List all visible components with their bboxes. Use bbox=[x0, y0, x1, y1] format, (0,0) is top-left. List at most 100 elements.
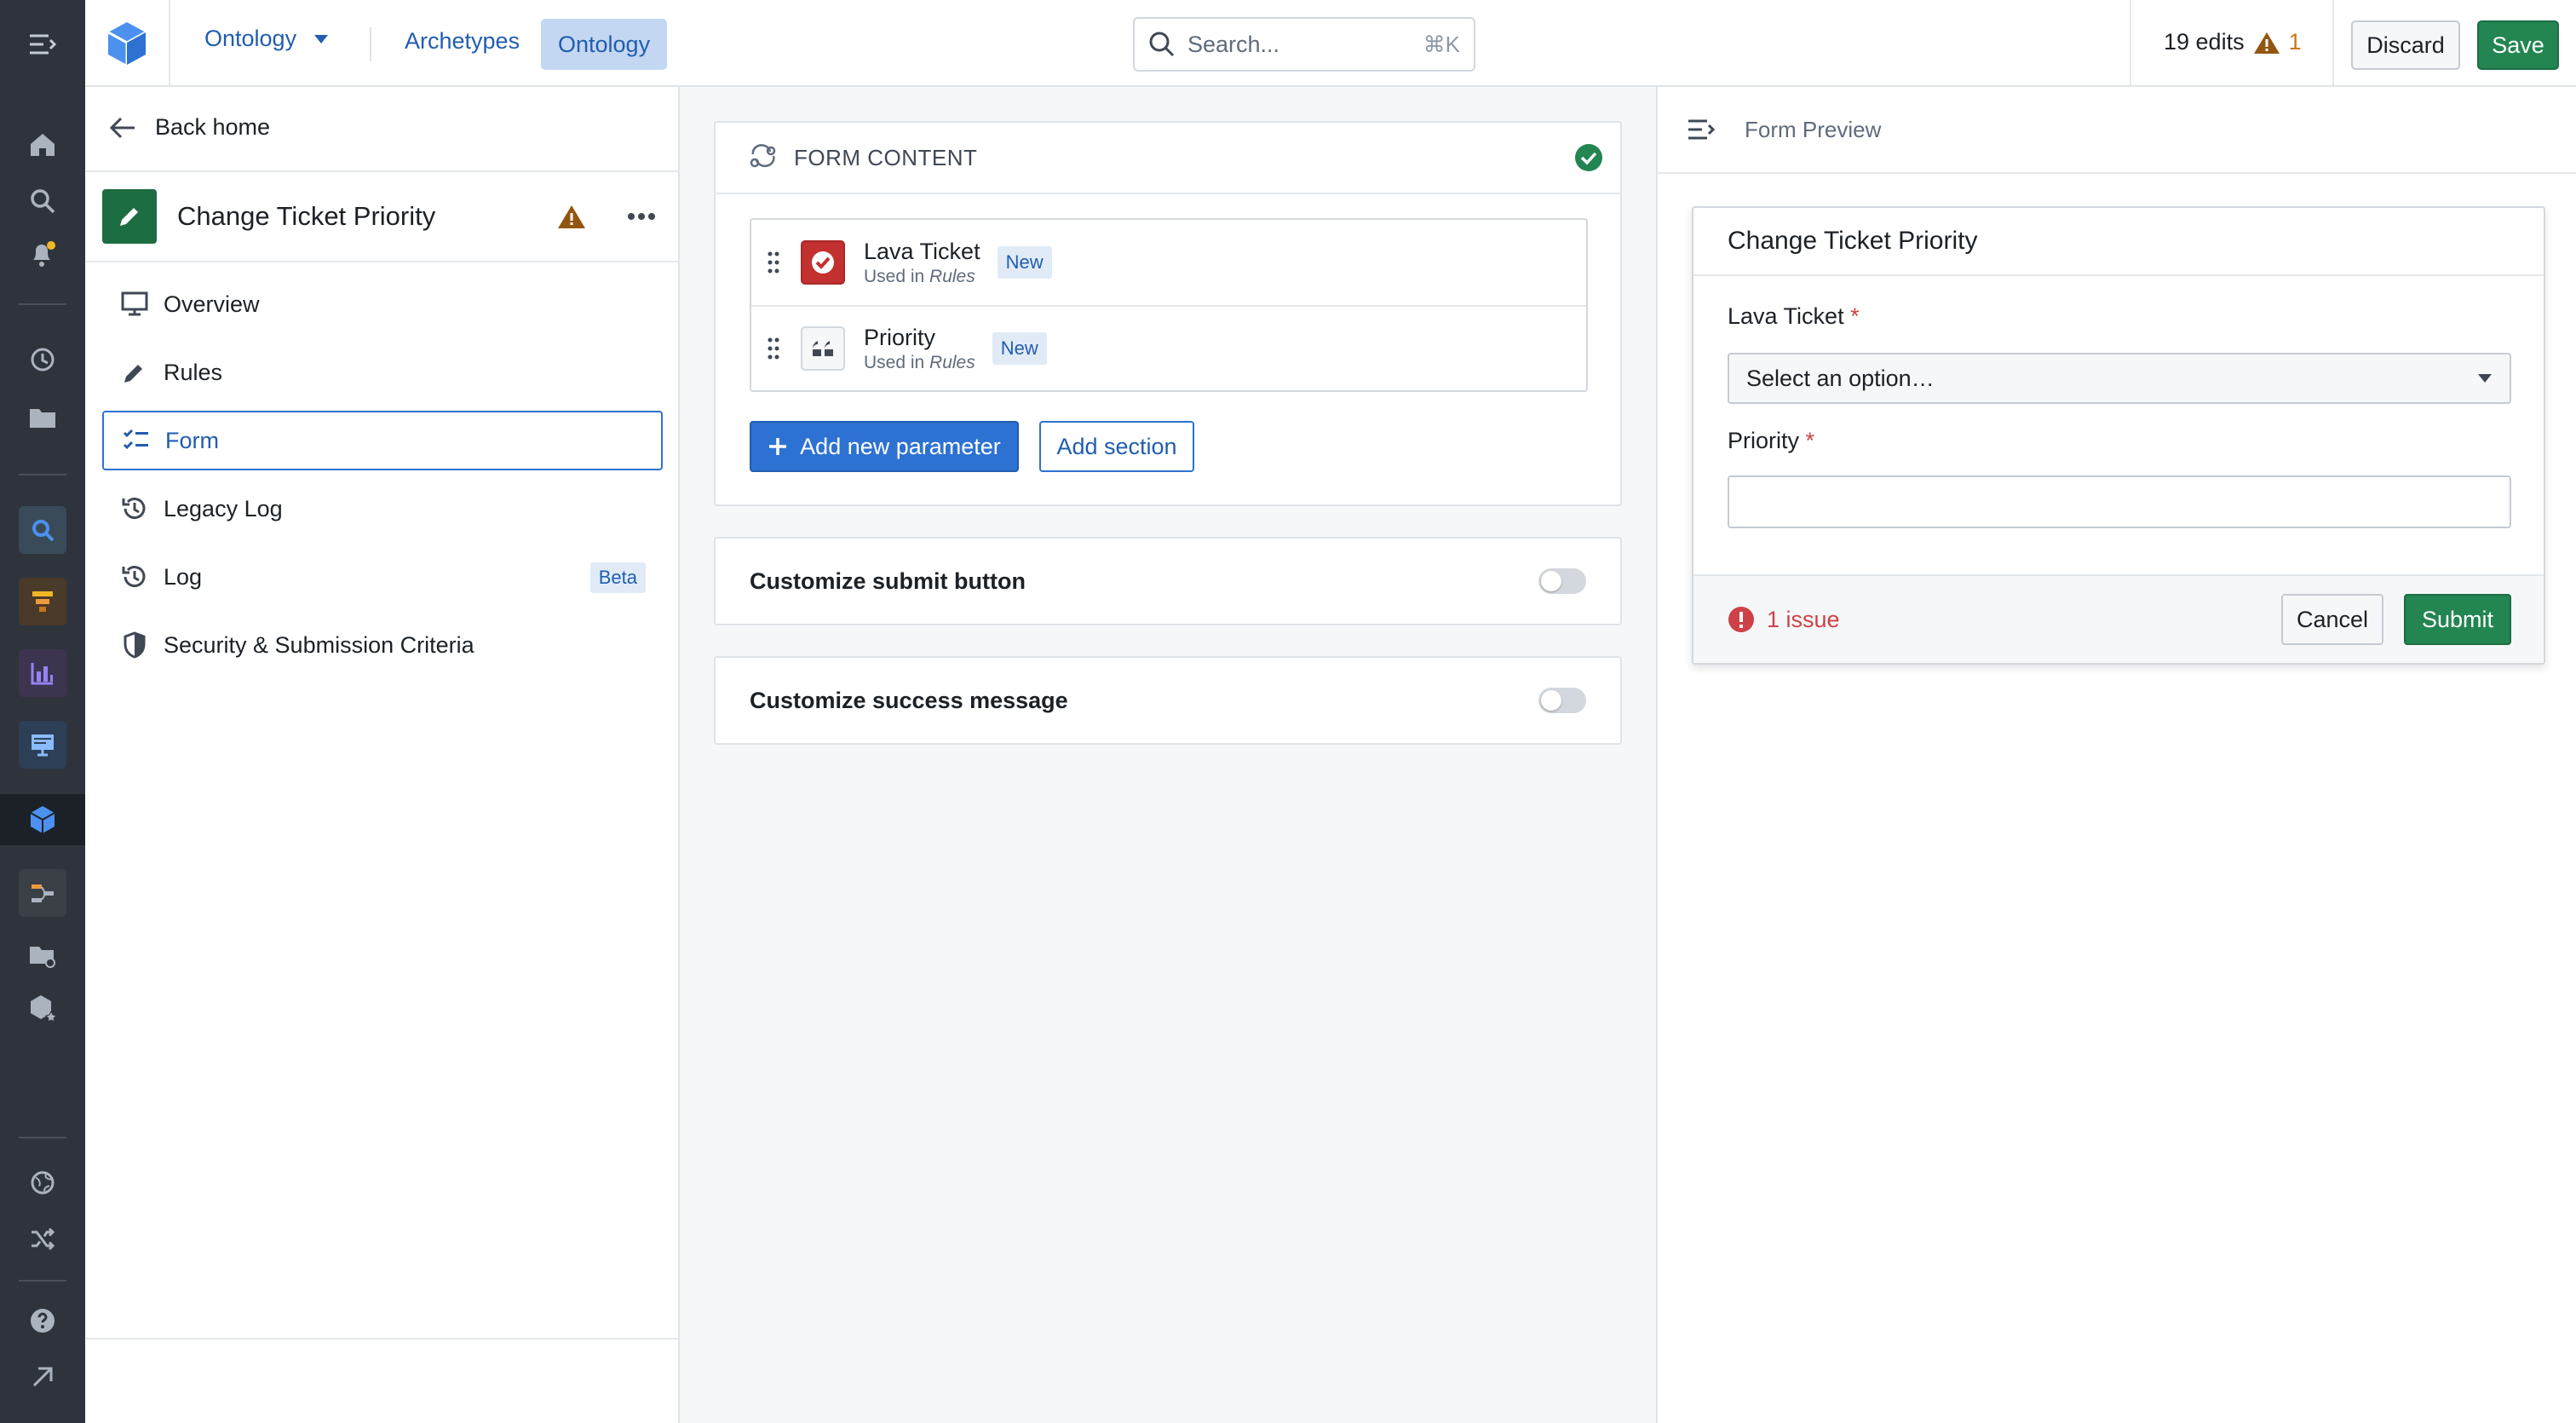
ontology-cube-icon[interactable] bbox=[0, 794, 85, 845]
nav-item-legacy-log[interactable]: Legacy Log bbox=[102, 479, 663, 539]
more-options-icon[interactable] bbox=[627, 212, 656, 221]
warning-icon bbox=[2253, 32, 2280, 54]
workshop-icon[interactable] bbox=[19, 721, 66, 769]
pipeline-icon[interactable] bbox=[19, 578, 66, 625]
nav-item-overview[interactable]: Overview bbox=[102, 274, 663, 334]
submit-button[interactable]: Submit bbox=[2404, 594, 2511, 645]
nav-item-label: Legacy Log bbox=[164, 495, 283, 521]
usage-target: Rules bbox=[929, 266, 975, 286]
arrow-left-icon bbox=[109, 117, 135, 138]
search-input[interactable]: Search... ⌘K bbox=[1133, 17, 1475, 72]
archetypes-link[interactable]: Archetypes bbox=[405, 28, 520, 55]
menu-expand-icon[interactable] bbox=[19, 20, 66, 68]
folder-share-icon[interactable] bbox=[19, 932, 66, 980]
drag-handle-icon[interactable] bbox=[763, 337, 784, 360]
search-icon bbox=[1149, 32, 1175, 57]
warning-icon[interactable] bbox=[557, 204, 586, 229]
nav-item-label: Form bbox=[165, 427, 219, 453]
issues-indicator[interactable]: 1 issue bbox=[1728, 606, 2281, 633]
action-nav-menu: Overview Rules Form Legacy Log Log Beta … bbox=[102, 274, 663, 683]
caret-down-icon bbox=[314, 34, 329, 43]
history-icon bbox=[119, 563, 150, 591]
pencil-icon bbox=[119, 360, 150, 385]
save-button[interactable]: Save bbox=[2477, 20, 2559, 70]
history-icon[interactable] bbox=[19, 336, 66, 383]
parameter-usage: Used in Rules bbox=[864, 267, 980, 287]
parameter-text: Lava Ticket Used in Rules bbox=[864, 239, 980, 287]
nav-item-rules[interactable]: Rules bbox=[102, 343, 663, 402]
back-home-link[interactable]: Back home bbox=[109, 114, 270, 141]
error-icon bbox=[1728, 607, 1754, 632]
add-parameter-label: Add new parameter bbox=[800, 433, 1001, 459]
add-section-button[interactable]: Add section bbox=[1039, 421, 1194, 472]
chart-icon[interactable] bbox=[19, 649, 66, 697]
parameter-list: Lava Ticket Used in Rules New Priority U… bbox=[750, 218, 1588, 392]
preview-form-title: Change Ticket Priority bbox=[1693, 208, 2544, 276]
search-shortcut: ⌘K bbox=[1423, 31, 1460, 57]
lava-ticket-select[interactable]: Select an option… bbox=[1728, 353, 2511, 404]
globe-icon[interactable] bbox=[19, 1159, 66, 1207]
cube-star-icon[interactable] bbox=[19, 983, 66, 1031]
toolbar-divider bbox=[2130, 0, 2131, 87]
customize-success-toggle[interactable] bbox=[1538, 688, 1586, 713]
ontology-logo[interactable] bbox=[85, 0, 170, 87]
form-content-title: FORM CONTENT bbox=[794, 144, 978, 170]
caret-down-icon bbox=[2478, 374, 2492, 383]
nav-item-log[interactable]: Log Beta bbox=[102, 547, 663, 607]
ontology-tab[interactable]: Ontology bbox=[541, 19, 668, 70]
desktop-icon bbox=[119, 291, 150, 317]
notifications-icon[interactable] bbox=[19, 230, 66, 278]
form-content-icon bbox=[750, 144, 776, 168]
nav-item-label: Security & Submission Criteria bbox=[164, 631, 474, 658]
field-label-priority: Priority * bbox=[1728, 428, 1814, 454]
usage-prefix: Used in bbox=[864, 352, 925, 372]
ontology-dropdown-label: Ontology bbox=[204, 26, 297, 51]
folder-icon[interactable] bbox=[19, 394, 66, 441]
nav-divider bbox=[370, 27, 371, 61]
edit-action-icon bbox=[102, 189, 157, 244]
ontology-dropdown[interactable]: Ontology bbox=[204, 26, 329, 52]
parameter-row[interactable]: Lava Ticket Used in Rules New bbox=[751, 220, 1586, 305]
nav-item-form[interactable]: Form bbox=[102, 411, 663, 470]
nav-item-label: Log bbox=[164, 563, 203, 590]
field-label-text: Lava Ticket bbox=[1728, 303, 1844, 329]
priority-input[interactable] bbox=[1728, 475, 2511, 528]
issues-count: 1 issue bbox=[1767, 606, 1840, 632]
cancel-button[interactable]: Cancel bbox=[2281, 594, 2383, 645]
nav-item-label: Overview bbox=[164, 291, 260, 317]
home-icon[interactable] bbox=[19, 121, 66, 169]
shuffle-icon[interactable] bbox=[19, 1215, 66, 1263]
parameter-name: Lava Ticket bbox=[864, 238, 980, 264]
check-circle-icon bbox=[1575, 144, 1602, 171]
usage-prefix: Used in bbox=[864, 266, 925, 286]
external-link-icon[interactable] bbox=[19, 1353, 66, 1401]
parameter-row[interactable]: Priority Used in Rules New bbox=[751, 305, 1586, 390]
field-label-lava-ticket: Lava Ticket * bbox=[1728, 303, 1860, 330]
nav-item-label: Rules bbox=[164, 359, 223, 385]
nav-item-security[interactable]: Security & Submission Criteria bbox=[102, 615, 663, 675]
parameter-usage: Used in Rules bbox=[864, 353, 975, 373]
beta-badge: Beta bbox=[589, 562, 646, 593]
shield-icon bbox=[119, 631, 150, 659]
new-tag: New bbox=[992, 332, 1047, 365]
object-explorer-icon[interactable] bbox=[19, 506, 66, 554]
object-type-icon bbox=[801, 240, 845, 285]
form-preview-panel: Form Preview Change Ticket Priority Lava… bbox=[1656, 87, 2576, 1423]
form-preview-card: Change Ticket Priority Lava Ticket * Sel… bbox=[1692, 206, 2545, 665]
parameter-name: Priority bbox=[864, 324, 936, 350]
search-icon[interactable] bbox=[19, 177, 66, 225]
form-preview-title: Form Preview bbox=[1745, 116, 1882, 142]
form-content-card: FORM CONTENT Lava Ticket Used in Rules N… bbox=[714, 121, 1622, 506]
data-lineage-icon[interactable] bbox=[19, 869, 66, 917]
discard-button[interactable]: Discard bbox=[2351, 20, 2460, 70]
add-parameter-button[interactable]: Add new parameter bbox=[750, 421, 1019, 472]
history-icon bbox=[119, 495, 150, 522]
action-header: Change Ticket Priority bbox=[102, 189, 664, 244]
edits-summary[interactable]: 19 edits 1 bbox=[2164, 29, 2302, 55]
help-icon[interactable] bbox=[19, 1297, 66, 1345]
form-icon bbox=[121, 428, 152, 453]
customize-submit-toggle[interactable] bbox=[1538, 568, 1586, 594]
collapse-panel-icon[interactable] bbox=[1687, 118, 1716, 141]
select-placeholder: Select an option… bbox=[1746, 365, 1935, 391]
drag-handle-icon[interactable] bbox=[763, 251, 784, 274]
